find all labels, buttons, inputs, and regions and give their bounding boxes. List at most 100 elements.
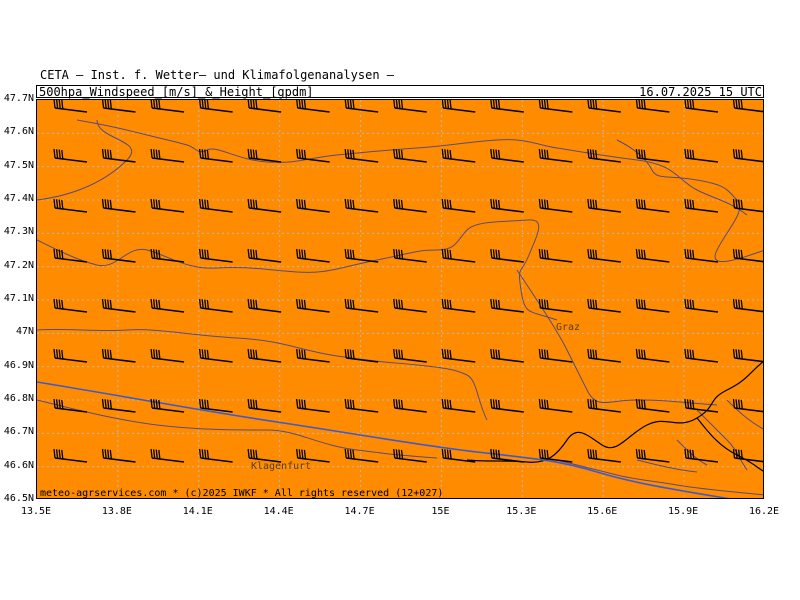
- wind-barb-flag: [589, 399, 593, 409]
- wind-barb-flag: [393, 100, 396, 109]
- wind-barb-flag: [538, 248, 541, 259]
- wind-barb-flag: [252, 349, 255, 359]
- wind-barb-flag: [198, 398, 202, 409]
- wind-barb-flag: [296, 348, 299, 359]
- wind-barb-flag: [643, 199, 646, 209]
- wind-barb-flag: [400, 449, 404, 459]
- wind-barb-flag: [738, 349, 741, 359]
- wind-barb-flag: [158, 399, 161, 409]
- wind-barb-flag: [255, 299, 258, 309]
- wind-barb-flag: [446, 249, 450, 259]
- wind-barb: [198, 448, 233, 463]
- wind-barb-flag: [55, 199, 59, 209]
- wind-barb-flag: [153, 199, 156, 209]
- wind-barb-flag: [198, 148, 202, 159]
- wind-barb: [296, 248, 330, 263]
- wind-barb-flag: [400, 100, 404, 109]
- wind-barb-flag: [150, 148, 153, 159]
- wind-barb-flag: [349, 349, 353, 359]
- wind-barb: [587, 348, 621, 363]
- wind-barb-flag: [53, 198, 56, 209]
- wind-barb-flag: [201, 449, 204, 459]
- wind-barb-flag: [592, 100, 595, 109]
- wind-barb-flag: [684, 398, 687, 409]
- wind-barb-flag: [740, 349, 743, 359]
- wind-barb-flag: [635, 248, 639, 259]
- wind-barb-flag: [441, 448, 444, 459]
- wind-barb: [441, 248, 476, 263]
- wind-barb-flag: [543, 199, 547, 209]
- wind-barb-flag: [495, 149, 498, 159]
- wind-barb-flag: [689, 349, 692, 359]
- wind-barb-flag: [255, 100, 258, 109]
- wind-barb-flag: [344, 100, 347, 109]
- wind-barb-flag: [592, 449, 595, 459]
- wind-barb-flag: [692, 249, 695, 259]
- wind-barb-flag: [255, 449, 258, 459]
- wind-barb-flag: [61, 199, 64, 209]
- wind-barb-flag: [109, 299, 112, 309]
- wind-barb: [296, 100, 330, 113]
- wind-barb-flag: [490, 198, 493, 209]
- wind-barb-flag: [347, 449, 350, 459]
- wind-barb-flag: [643, 100, 646, 109]
- wind-barb-flag: [303, 449, 307, 459]
- wind-barb-flag: [546, 149, 549, 159]
- wind-barb-flag: [344, 398, 347, 409]
- wind-barb-flag: [252, 299, 255, 309]
- wind-barb-flag: [395, 199, 398, 209]
- wind-barb-flag: [638, 399, 641, 409]
- wind-barb-flag: [349, 199, 353, 209]
- wind-barb-flag: [543, 100, 547, 109]
- wind-barb-flag: [444, 249, 447, 259]
- wind-barb: [587, 248, 621, 263]
- wind-barb-flag: [252, 100, 255, 109]
- wind-barb-flag: [740, 399, 743, 409]
- wind-barb-flag: [592, 399, 595, 409]
- wind-barb-flag: [247, 348, 250, 359]
- wind-barb: [490, 398, 524, 413]
- wind-barb-flag: [303, 299, 307, 309]
- wind-barb-flag: [738, 149, 741, 159]
- wind-barb-flag: [53, 298, 56, 309]
- wind-barb: [635, 298, 670, 313]
- wind-barb-flag: [58, 149, 61, 159]
- wind-barb-flag: [296, 100, 299, 109]
- wind-barb-flag: [692, 149, 695, 159]
- wind-barb: [490, 248, 524, 263]
- wind-barb-flag: [589, 149, 593, 159]
- wind-barb-flag: [347, 199, 350, 209]
- wind-barbs: [53, 100, 763, 463]
- wind-barb: [344, 348, 379, 363]
- wind-barb-flag: [53, 398, 56, 409]
- wind-barb-flag: [393, 148, 396, 159]
- wind-barb: [344, 148, 379, 163]
- wind-barb-flag: [497, 149, 501, 159]
- wind-barb-flag: [492, 199, 496, 209]
- wind-barb-flag: [150, 100, 153, 109]
- wind-barb-flag: [449, 299, 452, 309]
- wind-barb-flag: [101, 348, 105, 359]
- wind-barb: [490, 198, 524, 213]
- lat-tick-label: 47.4N: [3, 193, 34, 204]
- wind-barb-flag: [541, 100, 544, 109]
- wind-barb-flag: [495, 399, 498, 409]
- wind-barb-flag: [686, 149, 690, 159]
- wind-barb-flag: [53, 248, 56, 259]
- map-panel: [36, 99, 764, 499]
- wind-barb-flag: [490, 398, 493, 409]
- wind-barb: [198, 198, 233, 213]
- wind-barb-flag: [153, 100, 156, 109]
- wind-barb-flag: [497, 249, 501, 259]
- wind-barb-flag: [107, 249, 110, 259]
- wind-barb-flag: [546, 100, 549, 109]
- wind-barb-flag: [150, 298, 153, 309]
- wind-barb-flag: [301, 349, 304, 359]
- wind-barb-flag: [684, 100, 687, 109]
- wind-barb-flag: [640, 299, 644, 309]
- wind-barb: [150, 298, 185, 313]
- wind-barb: [53, 448, 88, 463]
- wind-barb-flag: [643, 349, 646, 359]
- wind-barb: [247, 398, 282, 413]
- wind-barb-flag: [55, 249, 59, 259]
